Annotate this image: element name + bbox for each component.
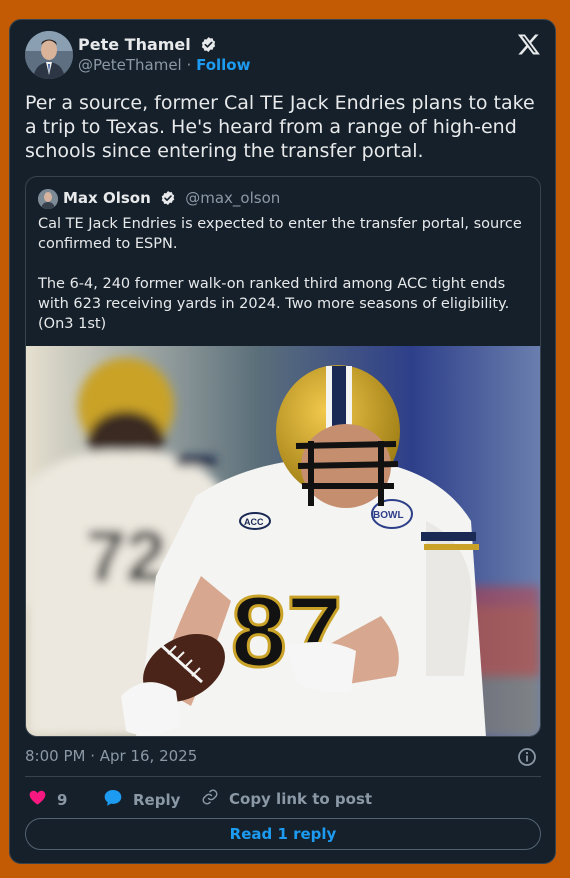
reply-button[interactable]: Reply [103,788,180,811]
verified-badge-icon [200,36,217,57]
author-name[interactable]: Pete Thamel [78,35,217,57]
author-handle-row: @PeteThamel · Follow [78,56,250,74]
separator: · [186,56,192,74]
follow-button[interactable]: Follow [196,56,250,74]
heart-icon [28,788,47,811]
copy-link-button[interactable]: Copy link to post [201,788,372,810]
acc-patch: ACC [244,517,264,527]
reply-label: Reply [133,790,181,809]
read-reply-button[interactable]: Read 1 reply [25,818,541,850]
divider [25,776,541,777]
quote-photo[interactable]: 72 87 ACC BOWL [26,346,540,736]
x-logo-icon[interactable] [517,32,541,56]
author-name-text: Pete Thamel [78,35,191,54]
author-avatar[interactable] [25,31,73,79]
tweet-text: Per a source, former Cal TE Jack Endries… [25,92,535,162]
quoted-tweet[interactable]: Max Olson @max_olson Cal TE Jack Endries… [25,176,541,737]
copy-link-label: Copy link to post [229,790,373,808]
quote-author-avatar[interactable] [38,189,58,209]
background-jersey-number: 72 [86,517,166,597]
info-icon[interactable] [517,747,537,767]
quote-author-name[interactable]: Max Olson [63,189,151,207]
like-count: 9 [57,790,68,809]
author-handle[interactable]: @PeteThamel [78,56,182,74]
quote-text: Cal TE Jack Endries is expected to enter… [38,216,522,332]
tweet-embed-card: Pete Thamel @PeteThamel · Follow Per a s… [9,19,556,864]
reply-bubble-icon [103,788,123,811]
quote-author-row: Max Olson @max_olson [63,189,280,210]
link-icon [201,788,219,810]
tweet-timestamp[interactable]: 8:00 PM · Apr 16, 2025 [25,747,197,765]
like-button[interactable]: 9 [28,788,67,811]
verified-badge-icon [160,190,176,210]
bowl-patch: BOWL [373,510,404,521]
quote-author-handle[interactable]: @max_olson [185,189,280,207]
